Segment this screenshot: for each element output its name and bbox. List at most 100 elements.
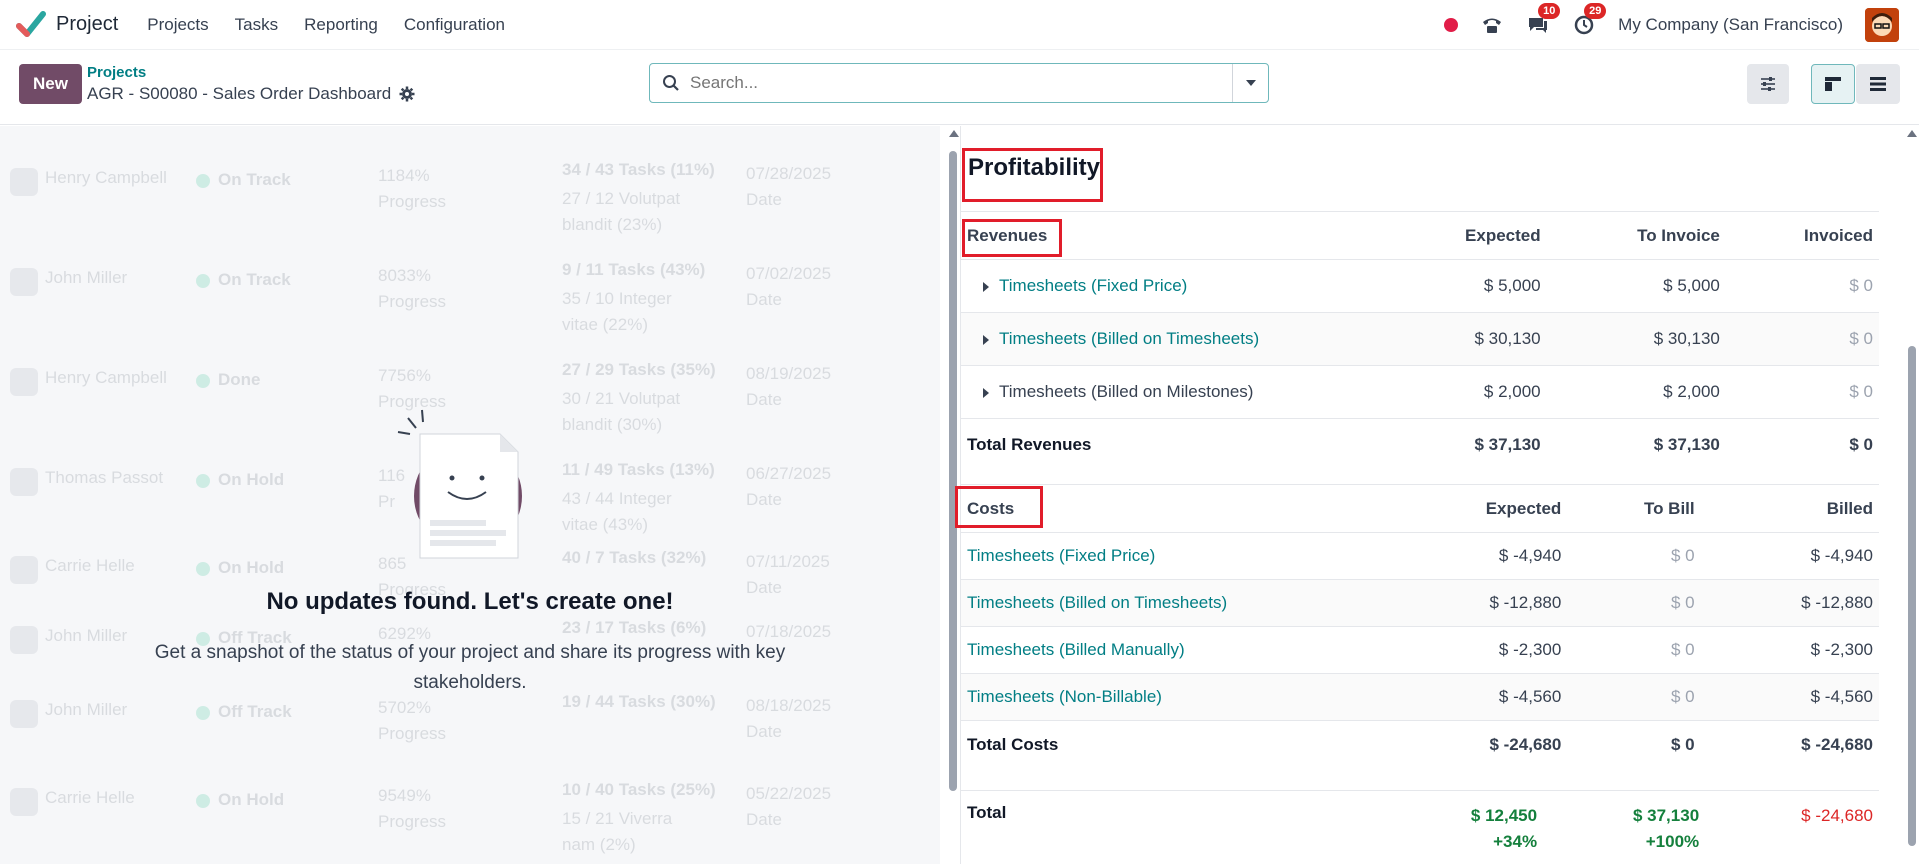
highlight-profitability xyxy=(962,148,1103,202)
table-row[interactable]: Timesheets (Fixed Price) $ -4,940 $ 0 $ … xyxy=(961,533,1879,580)
sidebar-view-toggle[interactable] xyxy=(1811,64,1855,104)
menu-tasks[interactable]: Tasks xyxy=(222,15,291,35)
list-view-toggle[interactable] xyxy=(1856,64,1900,104)
main-menu: Projects Tasks Reporting Configuration xyxy=(134,15,518,35)
expected-value: $ 30,130 xyxy=(1474,329,1541,348)
update-milestone: 30 / 21 Volutpat blandit (30%) xyxy=(562,389,681,434)
table-row[interactable]: Timesheets (Billed on Timesheets) $ 30,1… xyxy=(961,312,1879,366)
billed-header: Billed xyxy=(1826,498,1873,518)
update-progress-label: Progress xyxy=(378,192,447,211)
new-button[interactable]: New xyxy=(19,64,82,104)
activities-icon[interactable]: 29 xyxy=(1572,3,1607,37)
status-dot-icon xyxy=(196,562,210,576)
right-scrollbar[interactable] xyxy=(1905,126,1919,864)
recording-indicator-icon[interactable] xyxy=(1444,18,1459,32)
update-progress-label: Progress xyxy=(378,292,447,311)
menu-configuration[interactable]: Configuration xyxy=(391,15,518,35)
search-options-toggle[interactable] xyxy=(1232,64,1268,102)
breadcrumb-projects-link[interactable]: Projects xyxy=(87,64,146,81)
update-status: On Hold xyxy=(218,790,285,809)
menu-reporting[interactable]: Reporting xyxy=(291,15,391,35)
expected-header: Expected xyxy=(1465,225,1541,245)
avatar xyxy=(10,626,38,654)
to-bill-value: $ 0 xyxy=(1671,640,1695,659)
revenue-row-label[interactable]: Timesheets (Fixed Price) xyxy=(999,276,1187,295)
right-scrollbar-thumb[interactable] xyxy=(1908,346,1916,846)
invoiced-value: $ 0 xyxy=(1849,276,1873,295)
update-status: On Track xyxy=(218,170,291,189)
update-status: Done xyxy=(218,370,261,389)
update-date: 05/22/2025 xyxy=(746,784,832,803)
table-row[interactable]: Timesheets (Non-Billable) $ -4,560 $ 0 $… xyxy=(961,673,1879,721)
update-progress-label: Progress xyxy=(378,812,447,831)
left-scrollbar-thumb[interactable] xyxy=(949,151,957,791)
update-author: John Miller xyxy=(45,700,128,719)
user-avatar[interactable] xyxy=(1865,8,1899,42)
update-date: 07/28/2025 xyxy=(746,164,832,183)
update-tasks: 34 / 43 Tasks (11%) xyxy=(562,160,715,179)
filter-settings-button[interactable] xyxy=(1747,64,1789,104)
update-progress-label: Progress xyxy=(378,724,447,743)
update-author: Carrie Helle xyxy=(45,556,135,575)
messages-icon[interactable]: 10 xyxy=(1526,3,1561,37)
expand-caret-icon[interactable] xyxy=(983,334,989,345)
expand-caret-icon[interactable] xyxy=(983,387,989,398)
to-bill-value: $ 0 xyxy=(1671,546,1695,565)
total-costs-row: Total Costs $ -24,680 $ 0 $ -24,680 xyxy=(961,721,1879,769)
grand-total-table: Total $ 12,450 +34% $ 37,130 +100% $ -24… xyxy=(961,790,1879,861)
to-bill-value: $ 0 xyxy=(1671,687,1695,706)
update-milestone: 35 / 10 Integer vitae (22%) xyxy=(562,289,672,334)
grand-total-to-invoice: $ 37,130 xyxy=(1632,806,1700,825)
cost-row-label[interactable]: Timesheets (Non-Billable) xyxy=(961,674,1381,721)
table-row[interactable]: Timesheets (Billed Manually) $ -2,300 $ … xyxy=(961,627,1879,674)
update-sample-row: Henry Campbell On Track 1184% Progress 34 / … xyxy=(0,146,940,246)
update-progress: 8033% xyxy=(378,266,431,285)
cost-row-label[interactable]: Timesheets (Billed Manually) xyxy=(961,627,1381,674)
grand-total-expected: $ 12,450 xyxy=(1470,806,1538,825)
avatar xyxy=(10,556,38,584)
to-invoice-header: To Invoice xyxy=(1637,225,1720,245)
table-row[interactable]: Timesheets (Fixed Price) $ 5,000 $ 5,000… xyxy=(961,260,1879,313)
systray: 10 29 My Company (San Francisco) xyxy=(1444,0,1899,50)
total-to-invoice-value: $ 37,130 xyxy=(1653,435,1720,455)
table-row[interactable]: Timesheets (Billed on Milestones) $ 2,00… xyxy=(961,366,1879,419)
scroll-up-arrow-icon[interactable] xyxy=(1907,130,1917,137)
expected-value: $ -12,880 xyxy=(1489,593,1562,612)
invoiced-value: $ 0 xyxy=(1849,382,1873,401)
update-tasks: 23 / 17 Tasks (6%) xyxy=(562,618,707,637)
update-tasks: 27 / 29 Tasks (35%) xyxy=(562,360,716,379)
search-input[interactable] xyxy=(690,73,1230,93)
update-date-label: Date xyxy=(746,722,782,741)
side-panel-icon xyxy=(1825,77,1841,91)
phone-icon[interactable] xyxy=(1480,13,1504,37)
total-billed-value: $ -24,680 xyxy=(1801,734,1873,754)
to-invoice-value: $ 2,000 xyxy=(1663,382,1720,401)
main-navbar: Project Projects Tasks Reporting Configu… xyxy=(0,0,1919,50)
update-author: Henry Campbell xyxy=(45,168,167,187)
update-date: 07/11/2025 xyxy=(746,552,830,571)
cost-row-label[interactable]: Timesheets (Fixed Price) xyxy=(961,533,1381,580)
billed-value: $ -4,940 xyxy=(1810,546,1873,565)
app-brand[interactable]: Project xyxy=(16,10,118,40)
status-dot-icon xyxy=(196,474,210,488)
company-switcher[interactable]: My Company (San Francisco) xyxy=(1618,15,1843,35)
empty-document-illustration xyxy=(397,409,522,559)
cost-row-label[interactable]: Timesheets (Billed on Timesheets) xyxy=(961,580,1381,627)
update-progress: 7756% xyxy=(378,366,431,385)
billed-value: $ -2,300 xyxy=(1810,640,1873,659)
gear-icon[interactable] xyxy=(399,86,415,102)
update-milestone: 15 / 21 Viverra nam (2%) xyxy=(562,809,673,854)
revenue-row-label[interactable]: Timesheets (Billed on Timesheets) xyxy=(999,329,1259,348)
update-tasks: 10 / 40 Tasks (25%) xyxy=(562,780,716,799)
menu-projects[interactable]: Projects xyxy=(134,15,221,35)
table-row[interactable]: Timesheets (Billed on Timesheets) $ -12,… xyxy=(961,579,1879,627)
control-panel: New Projects AGR - S00080 - Sales Order … xyxy=(0,50,1919,125)
total-to-bill-value: $ 0 xyxy=(1671,734,1695,754)
expand-caret-icon[interactable] xyxy=(983,281,989,292)
revenues-table: Revenues Expected To Invoice Invoiced Ti… xyxy=(961,211,1879,472)
expected-header: Expected xyxy=(1485,498,1562,518)
project-updates-panel: Henry Campbell On Track 1184% Progress 34 / … xyxy=(0,126,940,864)
update-progress: 1184% xyxy=(378,166,430,185)
breadcrumb-current: AGR - S00080 - Sales Order Dashboard xyxy=(87,84,415,104)
scroll-up-arrow-icon[interactable] xyxy=(949,130,959,137)
